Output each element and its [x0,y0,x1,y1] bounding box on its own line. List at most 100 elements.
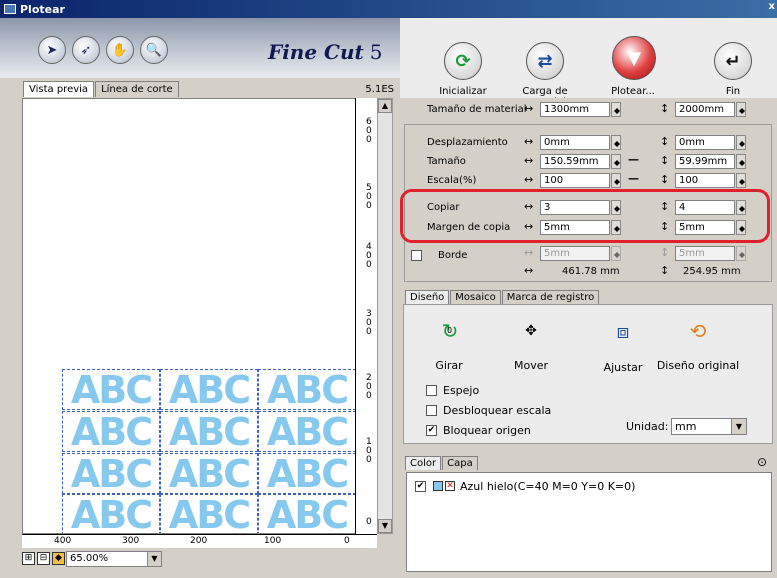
design-tabs: Diseño Mosaico Marca de registro [405,290,600,304]
size-y-field[interactable]: 59.99mm [675,154,735,169]
panel-menu-icon[interactable]: ⊙ [757,455,767,469]
border-checkbox[interactable] [411,250,422,261]
offset-x-field[interactable]: 0mm [540,135,610,150]
hruler-label: 0 [344,536,350,546]
plot-icon[interactable]: ▼ [612,36,656,80]
tab-preview[interactable]: Vista previa [23,81,95,97]
width-arrow-icon: ↔ [524,154,534,167]
unlock-scale-checkbox[interactable] [426,405,437,416]
media-height-field[interactable]: 2000mm [675,102,735,117]
tile: ABC [62,369,160,410]
tile: ABC [62,494,160,533]
tab-cut-line[interactable]: Línea de corte [95,81,179,97]
offset-y-field[interactable]: 0mm [675,135,735,150]
vruler-label: 200 [366,373,372,401]
cut-off-icon[interactable]: ✕ [445,481,455,491]
media-width-stepper[interactable] [611,102,621,117]
offset-y-stepper[interactable] [736,135,746,150]
close-icon[interactable]: x [769,1,775,12]
tile: ABC [160,369,258,410]
original-design-icon[interactable]: ⟲ [684,317,712,345]
scale-x-field[interactable]: 100 [540,173,610,188]
media-size-panel: Tamaño de material ↔ 1300mm ↕ 2000mm [400,98,777,120]
move-icon[interactable]: ✥ [517,317,545,345]
unit-select[interactable]: mm ▼ [671,418,747,435]
tab-mosaic[interactable]: Mosaico [450,290,501,304]
width-arrow-icon: ↔ [524,102,534,115]
tile: ABC [258,369,356,410]
color-view-icon[interactable]: ◆ [52,552,65,565]
select-tool-icon[interactable]: ➤ [38,36,66,64]
mirror-label: Espejo [443,384,480,397]
scale-y-field[interactable]: 100 [675,173,735,188]
initialize-icon[interactable]: ⟳ [444,42,482,80]
border-x-field: 5mm [540,246,610,261]
width-arrow-icon: ↔ [524,173,534,186]
scale-x-stepper[interactable] [611,173,621,188]
hruler-label: 100 [264,536,282,546]
offset-label: Desplazamiento [427,137,508,148]
vertical-scrollbar[interactable]: ▲ ▼ [377,98,393,534]
size-y-stepper[interactable] [736,154,746,169]
zoom-tool-icon[interactable]: 🔍 [140,36,168,64]
scroll-up-icon[interactable]: ▲ [378,99,392,113]
height-arrow-icon: ↕ [660,102,670,115]
original-design-label: Diseño original [656,359,740,372]
total-height-value: 254.95 mm [683,266,741,277]
unit-label: Unidad: [626,420,669,433]
end-icon[interactable]: ↵ [714,42,752,80]
load-media-icon[interactable]: ⇄ [526,42,564,80]
unlock-scale-label: Desbloquear escala [443,404,552,417]
initialize-label: Inicializar [439,86,487,97]
offset-x-stepper[interactable] [611,135,621,150]
media-height-stepper[interactable] [736,102,746,117]
end-label: Fin [725,86,741,97]
vruler-label: 600 [366,117,372,145]
chevron-down-icon[interactable]: ▼ [147,552,161,566]
zoom-value: 65.00% [70,553,109,564]
move-label: Mover [513,359,549,372]
rotate-label: Girar [435,359,463,372]
tool-toolbar: ➤ ➶ ✋ 🔍 Fine Cut 5 [0,18,400,78]
tile: ABC [258,494,356,533]
tile: ABC [160,453,258,494]
brand-logo: Fine Cut 5 [268,40,383,64]
border-y-stepper [736,246,746,261]
grid-view-icon[interactable]: ⊞ [22,552,35,565]
link-icon[interactable]: — [628,172,639,185]
tab-color[interactable]: Color [405,456,442,470]
zoom-select[interactable]: 65.00% ▼ [66,551,162,567]
window-icon [4,4,16,14]
color-visible-checkbox[interactable]: ✔ [415,481,426,492]
border-label: Borde [438,250,468,261]
mirror-checkbox[interactable] [426,385,437,396]
scroll-down-icon[interactable]: ▼ [378,519,392,533]
tab-layer[interactable]: Capa [442,456,478,470]
hand-tool-icon[interactable]: ✋ [106,36,134,64]
link-icon[interactable]: — [628,153,639,166]
tile: ABC [258,453,356,494]
tab-design[interactable]: Diseño [405,290,450,304]
scale-y-stepper[interactable] [736,173,746,188]
vruler-label: 400 [366,242,372,270]
highlight-box [400,189,770,243]
height-arrow-icon: ↕ [660,173,670,186]
fit-icon[interactable]: ⧈ [609,317,637,345]
lock-origin-checkbox[interactable]: ✔ [426,425,437,436]
media-width-field[interactable]: 1300mm [540,102,610,117]
tab-registration-mark[interactable]: Marca de registro [501,290,600,304]
action-bar: ⟳ Inicializar ⇄ Carga de material ▼ Plot… [400,18,777,108]
chevron-down-icon[interactable]: ▼ [731,419,746,434]
size-x-field[interactable]: 150.59mm [540,154,610,169]
tile: ABC [160,494,258,533]
split-view-icon[interactable]: ⊟ [37,552,50,565]
width-arrow-icon: ↔ [524,264,534,277]
color-list: ✔ ✕ Azul hielo(C=40 M=0 Y=0 K=0) [406,472,772,572]
tile: ABC [62,411,160,452]
direct-select-tool-icon[interactable]: ➶ [72,36,100,64]
lock-origin-label: Bloquear origen [443,424,531,437]
height-arrow-icon: ↕ [660,154,670,167]
preview-canvas[interactable]: ABC ABC ABC ABC ABC ABC ABC ABC ABC ABC … [22,98,377,534]
tile: ABC [160,411,258,452]
size-x-stepper[interactable] [611,154,621,169]
